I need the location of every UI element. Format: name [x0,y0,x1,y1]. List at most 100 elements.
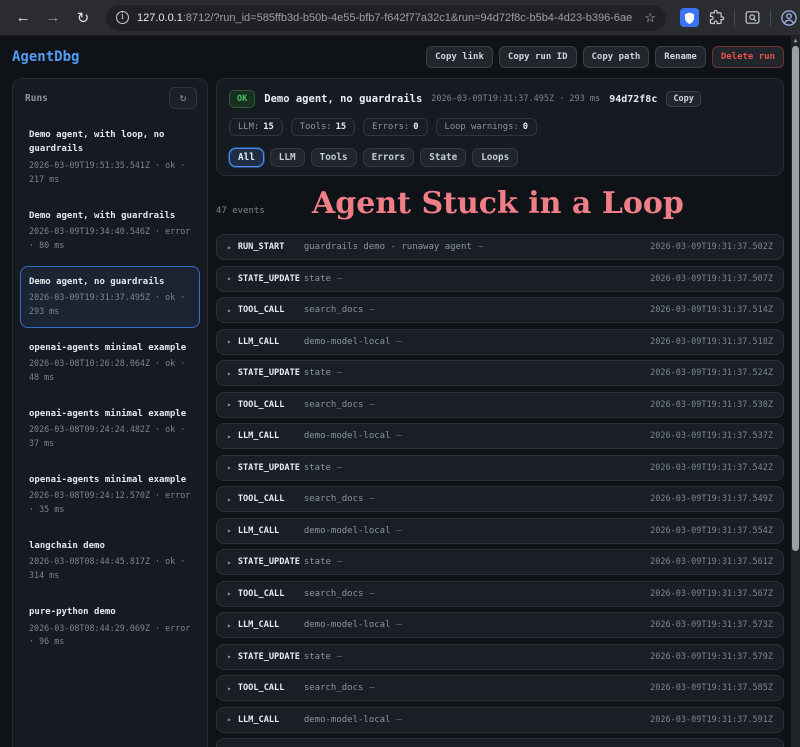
event-message: guardrails demo - runaway agent [304,242,472,252]
event-timestamp: 2026-03-09T19:31:37.585Z [650,683,773,693]
event-timestamp: 2026-03-09T19:31:37.537Z [650,431,773,441]
run-list-item[interactable]: langchain demo 2026-03-08T08:44:45.817Z … [20,530,200,592]
event-timestamp: 2026-03-09T19:31:37.518Z [650,337,773,347]
event-type: TOOL_CALL [238,305,304,315]
run-list-item[interactable]: openai-agents minimal example 2026-03-08… [20,398,200,460]
back-icon[interactable]: ← [10,5,36,31]
copy-path-button[interactable]: Copy path [583,46,650,68]
event-timestamp: 2026-03-09T19:31:37.561Z [650,557,773,567]
expand-caret-icon: ▸ [227,369,232,378]
event-timestamp: 2026-03-09T19:31:37.530Z [650,400,773,410]
event-row[interactable]: ▸ RUN_START guardrails demo - runaway ag… [216,234,784,260]
run-title: Demo agent, with guardrails [29,209,191,223]
tab-tools[interactable]: Tools [311,148,357,167]
event-row[interactable]: ▸ STATE_UPDATE state — 2026-03-09T19:31:… [216,455,784,481]
event-row[interactable]: ▸ TOOL_CALL search_docs — 2026-03-09T19:… [216,297,784,323]
stat-chips-row: LLM:15 Tools:15 Errors:0 Loop warnings:0 [229,118,771,136]
event-row[interactable]: ▸ TOOL_CALL search_docs — 2026-03-09T19:… [216,675,784,701]
site-info-icon[interactable]: i [116,11,129,24]
event-type: LLM_CALL [238,620,304,630]
copy-link-button[interactable]: Copy link [426,46,493,68]
chip-label: Loop warnings: [445,122,519,132]
expand-caret-icon: ▸ [227,243,232,252]
event-row[interactable]: ▸ TOOL_CALL search_docs — 2026-03-09T19:… [216,486,784,512]
run-list-item[interactable]: pure-python demo 2026-03-08T08:44:29.069… [20,596,200,658]
refresh-runs-button[interactable]: ↻ [169,87,197,109]
bookmark-star-icon[interactable]: ☆ [644,10,656,26]
event-row-partial [216,738,784,747]
event-row[interactable]: ▸ LLM_CALL demo-model-local — 2026-03-09… [216,707,784,733]
event-row[interactable]: ▸ LLM_CALL demo-model-local — 2026-03-09… [216,612,784,638]
url-text[interactable]: 127.0.0.1:8712/?run_id=585ffb3d-b50b-4e5… [137,12,632,24]
extensions-puzzle-icon[interactable] [708,9,725,26]
forward-icon[interactable]: → [40,5,66,31]
run-meta: 2026-03-08T08:44:45.817Z · ok · 314 ms [29,555,191,583]
tab-all[interactable]: All [229,148,264,167]
run-list-item[interactable]: openai-agents minimal example 2026-03-08… [20,464,200,526]
scrollbar-thumb[interactable] [792,46,799,551]
run-header-title: Demo agent, no guardrails [264,93,422,105]
chip-label: Errors: [372,122,409,132]
run-title: Demo agent, with loop, no guardrails [29,128,191,157]
event-timestamp: 2026-03-09T19:31:37.573Z [650,620,773,630]
event-row[interactable]: ▸ STATE_UPDATE state — 2026-03-09T19:31:… [216,644,784,670]
content: Runs ↻ Demo agent, with loop, no guardra… [0,78,800,747]
tab-llm[interactable]: LLM [270,148,305,167]
stat-chip-tools: Tools:15 [291,118,355,136]
event-row[interactable]: ▸ STATE_UPDATE state — 2026-03-09T19:31:… [216,360,784,386]
event-row[interactable]: ▸ LLM_CALL demo-model-local — 2026-03-09… [216,423,784,449]
tab-errors[interactable]: Errors [363,148,415,167]
address-bar[interactable]: i 127.0.0.1:8712/?run_id=585ffb3d-b50b-4… [106,5,666,31]
reload-icon[interactable]: ↻ [70,5,96,31]
event-dash: — [369,589,374,599]
run-meta: 2026-03-09T19:31:37.495Z · ok · 293 ms [29,291,191,319]
tab-loops[interactable]: Loops [472,148,518,167]
expand-caret-icon: ▸ [227,621,232,630]
event-row[interactable]: ▸ STATE_UPDATE state — 2026-03-09T19:31:… [216,549,784,575]
run-list-item-selected[interactable]: Demo agent, no guardrails 2026-03-09T19:… [20,266,200,328]
event-row[interactable]: ▸ TOOL_CALL search_docs — 2026-03-09T19:… [216,392,784,418]
chip-label: LLM: [238,122,259,132]
run-list-item[interactable]: Demo agent, with loop, no guardrails 202… [20,119,200,196]
event-dash: — [397,526,402,536]
run-title: openai-agents minimal example [29,341,191,355]
event-row[interactable]: ▸ LLM_CALL demo-model-local — 2026-03-09… [216,518,784,544]
page-scrollbar[interactable]: ▲ [791,36,800,747]
delete-run-button[interactable]: Delete run [712,46,784,68]
event-timestamp: 2026-03-09T19:31:37.542Z [650,463,773,473]
tab-state[interactable]: State [420,148,466,167]
expand-caret-icon: ▸ [227,684,232,693]
event-dash: — [337,274,342,284]
expand-caret-icon: ▸ [227,463,232,472]
event-dash: — [369,305,374,315]
event-message: demo-model-local [304,620,391,630]
run-id-short: 94d72f8c [609,94,657,105]
event-dash: — [397,620,402,630]
run-list-item[interactable]: Demo agent, with guardrails 2026-03-09T1… [20,200,200,262]
rename-button[interactable]: Rename [655,46,706,68]
expand-caret-icon: ▸ [227,337,232,346]
run-title: pure-python demo [29,605,191,619]
stat-chip-loop-warnings: Loop warnings:0 [436,118,537,136]
scrollbar-up-icon[interactable]: ▲ [791,36,800,46]
runs-sidebar: Runs ↻ Demo agent, with loop, no guardra… [12,78,208,747]
event-type: TOOL_CALL [238,494,304,504]
event-dash: — [369,683,374,693]
side-panel-search-icon[interactable] [744,9,761,26]
event-row[interactable]: ▸ STATE_UPDATE state — 2026-03-09T19:31:… [216,266,784,292]
toolbar-divider [770,10,771,26]
event-row[interactable]: ▸ LLM_CALL demo-model-local — 2026-03-09… [216,329,784,355]
copy-run-id-button[interactable]: Copy run ID [499,46,577,68]
event-type: TOOL_CALL [238,400,304,410]
stat-chip-llm: LLM:15 [229,118,283,136]
copy-id-button[interactable]: Copy [666,91,700,107]
event-type: STATE_UPDATE [238,463,304,473]
browser-toolbar: ← → ↻ i 127.0.0.1:8712/?run_id=585ffb3d-… [0,0,800,36]
adblock-shield-icon[interactable] [680,8,699,27]
event-timestamp: 2026-03-09T19:31:37.507Z [650,274,773,284]
profile-avatar-icon[interactable] [780,9,798,27]
event-type: TOOL_CALL [238,683,304,693]
event-row[interactable]: ▸ TOOL_CALL search_docs — 2026-03-09T19:… [216,581,784,607]
run-list-item[interactable]: openai-agents minimal example 2026-03-08… [20,332,200,394]
event-dash: — [337,368,342,378]
